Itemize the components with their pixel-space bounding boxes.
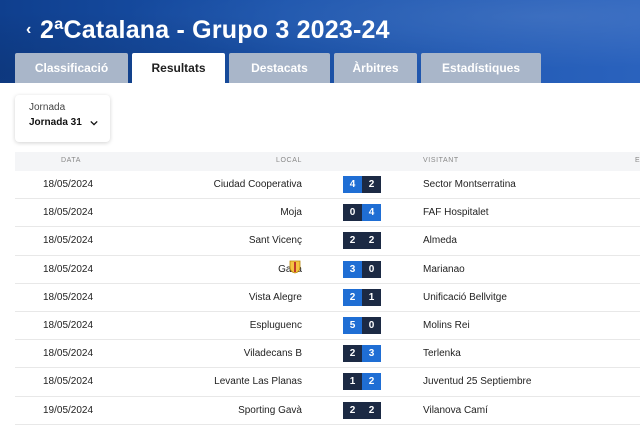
away-score: 2 xyxy=(362,176,381,193)
away-team[interactable]: FAF Hospitalet xyxy=(423,207,489,218)
table-header: DATA LOCAL VISITANT E xyxy=(15,152,640,171)
jornada-selected: Jornada 31 xyxy=(29,117,82,128)
home-score: 2 xyxy=(343,345,362,363)
table-row[interactable]: 18/05/2024 Moja 0 4 FAF Hospitalet xyxy=(15,199,640,228)
table-row[interactable]: 18/05/2024 Vista Alegre 2 1 Unificació B… xyxy=(15,284,640,312)
away-team[interactable]: Terlenka xyxy=(423,348,461,359)
home-team[interactable]: Sporting Gavà xyxy=(238,405,302,416)
table-row[interactable]: 18/05/2024 Espluguenc 5 0 Molins Rei xyxy=(15,312,640,341)
home-score: 1 xyxy=(343,373,362,391)
match-date: 18/05/2024 xyxy=(43,179,94,190)
col-extra: E xyxy=(635,157,640,164)
score-box[interactable]: 2 3 xyxy=(343,345,381,363)
club-crest-icon xyxy=(289,260,301,273)
chevron-left-icon[interactable]: ‹ xyxy=(26,21,36,39)
table-row[interactable]: 18/05/2024 Viladecans B 2 3 Terlenka xyxy=(15,340,640,369)
match-date: 18/05/2024 xyxy=(43,207,94,219)
tab-estadistiques[interactable]: Estadístiques xyxy=(421,53,541,83)
home-team[interactable]: Ciudad Cooperativa xyxy=(214,179,302,190)
page-title: 2ªCatalana - Grupo 3 2023-24 xyxy=(40,15,390,44)
away-team[interactable]: Sector Montserratina xyxy=(423,179,516,190)
col-local: LOCAL xyxy=(276,157,302,164)
away-team[interactable]: Marianao xyxy=(423,264,465,275)
score-box[interactable]: 5 0 xyxy=(343,316,381,334)
match-date: 19/05/2024 xyxy=(43,404,94,416)
table-row[interactable]: 18/05/2024 Ciudad Cooperativa 4 2 Sector… xyxy=(15,171,640,200)
score-box[interactable]: 4 2 xyxy=(343,176,381,193)
home-score: 2 xyxy=(343,288,362,306)
away-team[interactable]: Juventud 25 Septiembre xyxy=(423,376,531,387)
jornada-selector[interactable]: Jornada Jornada 31 xyxy=(15,95,110,142)
home-team[interactable]: Espluguenc xyxy=(250,320,302,331)
home-team[interactable]: Levante Las Planas xyxy=(214,376,302,387)
score-box[interactable]: 2 1 xyxy=(343,288,381,306)
away-score: 0 xyxy=(362,316,381,334)
home-team[interactable]: Moja xyxy=(280,207,302,218)
home-score: 3 xyxy=(343,260,362,278)
match-date: 18/05/2024 xyxy=(43,263,94,275)
away-score: 2 xyxy=(362,232,381,250)
score-box[interactable]: 3 0 xyxy=(343,260,381,278)
table-row[interactable]: 18/05/2024 Gavà 3 0 Marianao xyxy=(15,256,640,284)
home-team[interactable]: Sant Vicenç xyxy=(249,235,302,246)
away-score: 1 xyxy=(362,288,381,306)
match-date: 18/05/2024 xyxy=(43,348,94,360)
score-box[interactable]: 0 4 xyxy=(343,204,381,222)
home-team[interactable]: Vista Alegre xyxy=(249,292,302,303)
title-row: ‹ 2ªCatalana - Grupo 3 2023-24 xyxy=(26,14,390,46)
score-box[interactable]: 1 2 xyxy=(343,373,381,391)
tab-arbitres[interactable]: Àrbitres xyxy=(334,53,417,83)
results-table: DATA LOCAL VISITANT E 18/05/2024 Ciudad … xyxy=(15,152,640,425)
home-score: 4 xyxy=(343,176,362,193)
home-score: 2 xyxy=(343,401,362,419)
match-date: 18/05/2024 xyxy=(43,376,94,388)
tab-bar: Classificació Resultats Destacats Àrbitr… xyxy=(15,53,545,83)
tab-destacats[interactable]: Destacats xyxy=(229,53,330,83)
away-team[interactable]: Almeda xyxy=(423,235,457,246)
table-row[interactable]: 18/05/2024 Sant Vicenç 2 2 Almeda xyxy=(15,227,640,256)
tab-resultats[interactable]: Resultats xyxy=(132,53,225,83)
col-visitant: VISITANT xyxy=(423,157,459,164)
away-score: 0 xyxy=(362,260,381,278)
away-team[interactable]: Molins Rei xyxy=(423,320,470,331)
away-team[interactable]: Unificació Bellvitge xyxy=(423,292,507,303)
jornada-label: Jornada xyxy=(29,102,66,113)
home-score: 0 xyxy=(343,204,362,222)
match-date: 18/05/2024 xyxy=(43,291,94,303)
away-score: 2 xyxy=(362,401,381,419)
away-score: 2 xyxy=(362,373,381,391)
header-banner: ‹ 2ªCatalana - Grupo 3 2023-24 Classific… xyxy=(0,0,640,83)
away-score: 4 xyxy=(362,204,381,222)
tab-classificacio[interactable]: Classificació xyxy=(15,53,128,83)
col-data: DATA xyxy=(61,157,82,164)
match-date: 18/05/2024 xyxy=(43,319,94,331)
home-score: 5 xyxy=(343,316,362,334)
table-row[interactable]: 18/05/2024 Levante Las Planas 1 2 Juvent… xyxy=(15,368,640,397)
away-team[interactable]: Vilanova Camí xyxy=(423,405,488,416)
chevron-down-icon xyxy=(90,120,98,126)
score-box[interactable]: 2 2 xyxy=(343,401,381,419)
match-date: 18/05/2024 xyxy=(43,235,94,247)
home-team[interactable]: Viladecans B xyxy=(244,348,302,359)
table-row[interactable]: 19/05/2024 Sporting Gavà 2 2 Vilanova Ca… xyxy=(15,397,640,425)
score-box[interactable]: 2 2 xyxy=(343,232,381,250)
jornada-dropdown[interactable]: Jornada 31 xyxy=(29,117,110,128)
away-score: 3 xyxy=(362,345,381,363)
home-score: 2 xyxy=(343,232,362,250)
